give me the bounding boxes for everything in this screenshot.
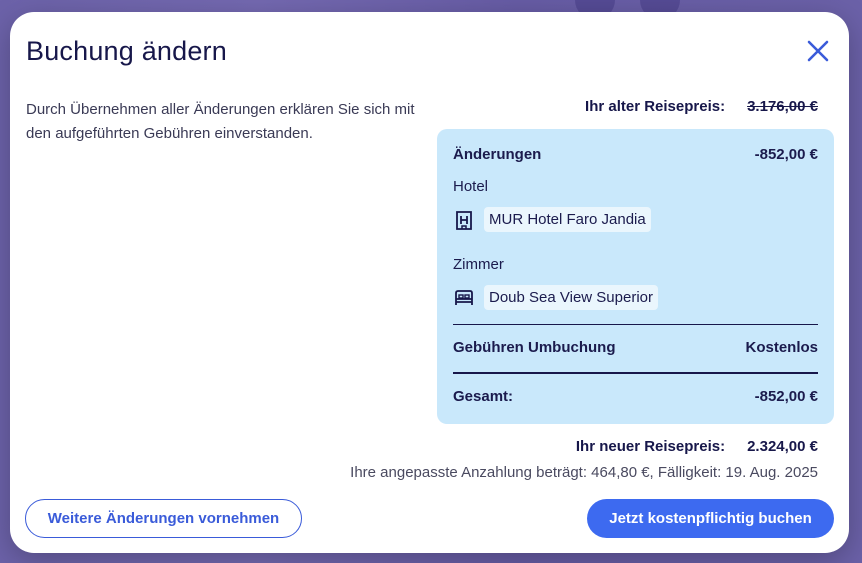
- card-divider: [453, 324, 818, 325]
- old-price-value: 3.176,00 €: [747, 98, 818, 115]
- change-booking-modal: Buchung ändern Durch Übernehmen aller Än…: [10, 12, 849, 553]
- fee-value: Kostenlos: [745, 339, 818, 356]
- card-divider: [453, 372, 818, 374]
- hotel-label: Hotel: [453, 178, 489, 195]
- changes-label: Änderungen: [453, 146, 542, 163]
- book-now-button[interactable]: Jetzt kostenpflichtig buchen: [587, 499, 834, 538]
- hotel-section-label: Hotel: [453, 178, 818, 195]
- modal-title: Buchung ändern: [26, 36, 227, 66]
- hotel-item: MUR Hotel Faro Jandia: [453, 207, 651, 232]
- hotel-name: MUR Hotel Faro Jandia: [484, 207, 651, 232]
- hotel-icon: [453, 209, 475, 231]
- total-row: Gesamt: -852,00 €: [453, 388, 818, 405]
- changes-amount: -852,00 €: [754, 146, 818, 163]
- room-item: Doub Sea View Superior: [453, 285, 658, 310]
- fee-label: Gebühren Umbuchung: [453, 339, 616, 356]
- room-label: Zimmer: [453, 256, 504, 273]
- old-price-label: Ihr alter Reisepreis:: [585, 98, 726, 115]
- room-name: Doub Sea View Superior: [484, 285, 658, 310]
- more-changes-button[interactable]: Weitere Änderungen vornehmen: [25, 499, 302, 538]
- old-price-row: Ihr alter Reisepreis: 3.176,00 €: [585, 98, 818, 115]
- changes-header: Änderungen -852,00 €: [453, 146, 818, 163]
- fee-row: Gebühren Umbuchung Kostenlos: [453, 339, 818, 356]
- new-price-label: Ihr neuer Reisepreis:: [575, 438, 726, 455]
- total-label: Gesamt:: [453, 388, 514, 405]
- modal-description: Durch Übernehmen aller Änderungen erklär…: [26, 101, 415, 142]
- bed-icon: [453, 287, 475, 309]
- new-price-value: 2.324,00 €: [747, 438, 818, 455]
- room-section-label: Zimmer: [453, 256, 818, 273]
- new-price-row: Ihr neuer Reisepreis: 2.324,00 €: [576, 438, 818, 455]
- close-button[interactable]: [805, 38, 831, 64]
- deposit-info: Ihre angepasste Anzahlung beträgt: 464,8…: [350, 464, 818, 481]
- total-value: -852,00 €: [754, 388, 818, 405]
- changes-card: Änderungen -852,00 € Hotel MUR Hotel Far…: [437, 129, 834, 424]
- close-icon: [807, 40, 829, 62]
